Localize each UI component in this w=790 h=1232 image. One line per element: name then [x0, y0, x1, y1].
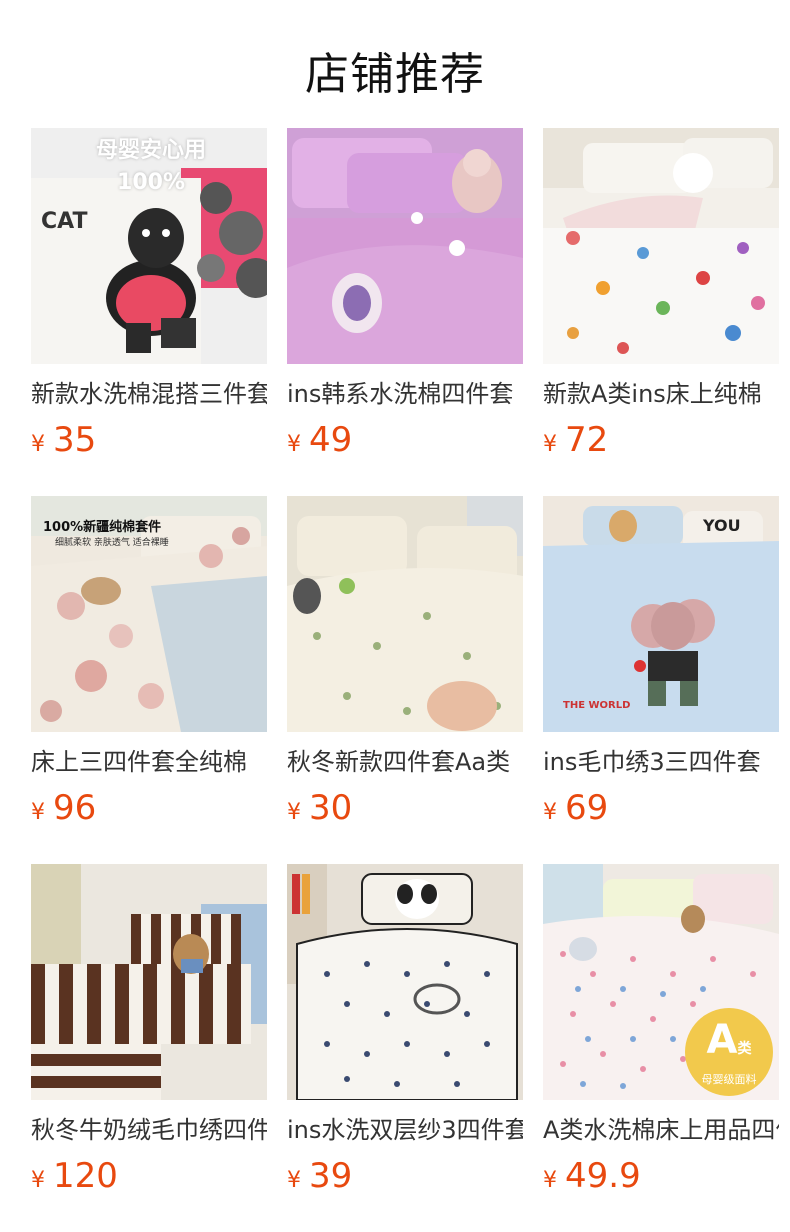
product-name[interactable]: 秋冬新款四件套Aa类 — [287, 746, 523, 778]
badge-caption: 母婴级面料 — [701, 1073, 757, 1086]
section-title: 店铺推荐 — [305, 49, 485, 100]
product-card[interactable]: 秋冬牛奶绒毛巾绣四件 ¥120 — [31, 864, 267, 1232]
price-value: 96 — [53, 788, 97, 828]
price-value: 35 — [53, 420, 97, 460]
product-card[interactable]: ins水洗双层纱3四件套 ¥39 — [287, 864, 523, 1232]
currency-symbol: ¥ — [287, 800, 301, 825]
product-card[interactable]: ins韩系水洗棉四件套 ¥49 — [287, 128, 523, 496]
price-value: 72 — [565, 420, 609, 460]
product-image[interactable]: A类 母婴级面料 — [543, 864, 779, 1100]
product-image[interactable]: THE WORLD YOU — [543, 496, 779, 732]
product-name[interactable]: 新款水洗棉混搭三件套 — [31, 378, 267, 410]
product-image[interactable] — [543, 128, 779, 364]
product-price: ¥30 — [287, 786, 523, 830]
product-name[interactable]: 床上三四件套全纯棉 — [31, 746, 267, 778]
product-card[interactable]: CAT 母婴安心用 100% 新款水洗棉混搭三件套 ¥35 — [31, 128, 267, 496]
bedding-white-flowers-photo-icon — [543, 128, 779, 364]
currency-symbol: ¥ — [31, 432, 45, 457]
currency-symbol: ¥ — [287, 432, 301, 457]
image-caption: 母婴安心用 — [95, 138, 206, 163]
product-name[interactable]: 新款A类ins床上纯棉 — [543, 378, 779, 410]
svg-text:THE WORLD: THE WORLD — [563, 700, 630, 711]
product-name[interactable]: ins毛巾绣3三四件套 — [543, 746, 779, 778]
badge-letter: A — [706, 1017, 738, 1063]
product-name[interactable]: ins韩系水洗棉四件套 — [287, 378, 523, 410]
price-value: 120 — [53, 1156, 118, 1196]
product-image[interactable]: 100%新疆纯棉套件 细腻柔软 亲肤透气 适合裸睡 — [31, 496, 267, 732]
product-price: ¥49 — [287, 418, 523, 462]
currency-symbol: ¥ — [543, 800, 557, 825]
currency-symbol: ¥ — [287, 1168, 301, 1193]
currency-symbol: ¥ — [543, 432, 557, 457]
svg-text:CAT: CAT — [41, 209, 87, 234]
bedding-stripe-photo-icon — [31, 864, 267, 1100]
price-value: 39 — [309, 1156, 353, 1196]
product-card[interactable]: 100%新疆纯棉套件 细腻柔软 亲肤透气 适合裸睡 床上三四件套全纯棉 ¥96 — [31, 496, 267, 864]
product-grid: CAT 母婴安心用 100% 新款水洗棉混搭三件套 ¥35 ins韩系水洗棉四件… — [31, 128, 779, 1232]
product-price: ¥72 — [543, 418, 779, 462]
price-value: 69 — [565, 788, 609, 828]
product-price: ¥120 — [31, 1154, 267, 1198]
currency-symbol: ¥ — [31, 800, 45, 825]
product-image[interactable] — [287, 496, 523, 732]
bedding-pink-photo-icon — [287, 128, 523, 364]
image-caption: 100%新疆纯棉套件 — [43, 520, 162, 535]
currency-symbol: ¥ — [543, 1168, 557, 1193]
image-caption: 细腻柔软 亲肤透气 适合裸睡 — [55, 538, 169, 548]
badge-suffix: 类 — [737, 1041, 752, 1057]
image-caption: 100% — [117, 170, 185, 195]
product-name[interactable]: A类水洗棉床上用品四件 — [543, 1114, 779, 1146]
price-value: 30 — [309, 788, 353, 828]
product-card[interactable]: 新款A类ins床上纯棉 ¥72 — [543, 128, 779, 496]
product-price: ¥49.9 — [543, 1154, 779, 1198]
product-name[interactable]: 秋冬牛奶绒毛巾绣四件 — [31, 1114, 267, 1146]
bedding-bow-photo-icon — [287, 864, 523, 1100]
product-card[interactable]: A类 母婴级面料 A类水洗棉床上用品四件 ¥49.9 — [543, 864, 779, 1232]
grade-a-badge: A类 母婴级面料 — [685, 1008, 773, 1096]
product-price: ¥39 — [287, 1154, 523, 1198]
product-price: ¥96 — [31, 786, 267, 830]
product-image[interactable]: CAT 母婴安心用 100% — [31, 128, 267, 364]
product-card[interactable]: THE WORLD YOU ins毛巾绣3三四件套 ¥69 — [543, 496, 779, 864]
product-price: ¥35 — [31, 418, 267, 462]
product-image[interactable] — [31, 864, 267, 1100]
product-price: ¥69 — [543, 786, 779, 830]
product-name[interactable]: ins水洗双层纱3四件套 — [287, 1114, 523, 1146]
product-image[interactable] — [287, 128, 523, 364]
product-card[interactable]: 秋冬新款四件套Aa类 ¥30 — [287, 496, 523, 864]
price-value: 49 — [309, 420, 353, 460]
svg-text:YOU: YOU — [702, 516, 741, 535]
header: 店铺推荐 — [0, 0, 790, 128]
bedding-cream-floral-photo-icon — [287, 496, 523, 732]
product-image[interactable] — [287, 864, 523, 1100]
price-value: 49.9 — [565, 1156, 641, 1196]
bedding-blue-mouse-photo-icon: THE WORLD YOU — [543, 496, 779, 732]
currency-symbol: ¥ — [31, 1168, 45, 1193]
